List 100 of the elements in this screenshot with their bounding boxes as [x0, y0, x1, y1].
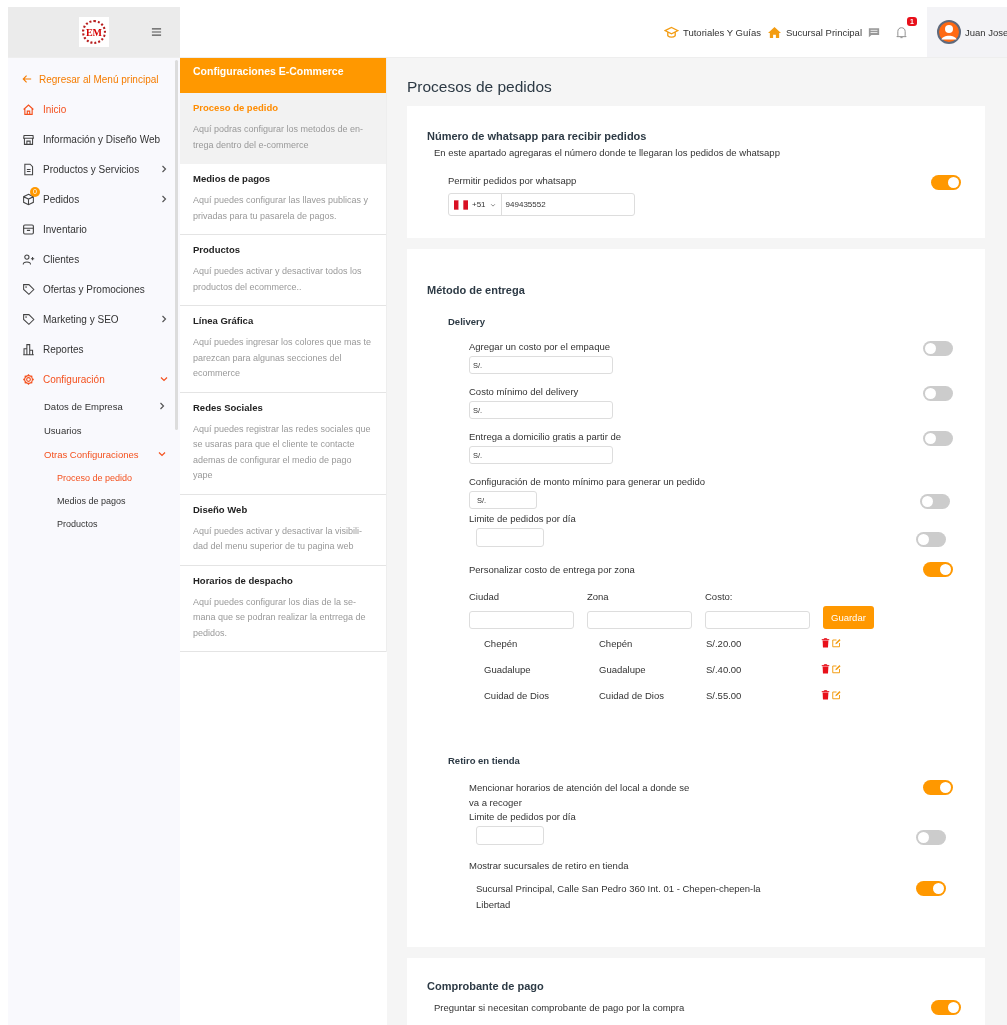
- edit-icon[interactable]: [832, 690, 841, 700]
- toggle-switch[interactable]: [916, 881, 946, 896]
- tag-icon: [22, 282, 35, 296]
- section-title: Número de whatsapp para recibir pedidos: [427, 130, 648, 142]
- input-field[interactable]: [705, 611, 810, 629]
- input-field[interactable]: [587, 611, 692, 629]
- option-label: Mostrar sucursales de retiro en tienda: [468, 860, 630, 871]
- input-field[interactable]: [469, 611, 574, 629]
- input-field[interactable]: [476, 826, 544, 845]
- input-field[interactable]: [476, 528, 544, 547]
- branch-address: Sucursal Principal, Calle San Pedro 360 Int. 01 - Chepen-chepen-la Libertad: [476, 882, 762, 912]
- toggle-switch[interactable]: [916, 830, 946, 845]
- phone-field[interactable]: +51 949435552: [448, 193, 635, 216]
- trash-icon[interactable]: [821, 664, 830, 674]
- chat-icon[interactable]: [868, 26, 880, 38]
- toggle-switch[interactable]: [920, 494, 950, 509]
- config-description: Aquí puedes registrar las redes sociales que se usaras para que el cliente te contacte ademas de configurar el medio de pago yape: [193, 422, 372, 482]
- nav-label: Productos y Servicios: [43, 163, 141, 175]
- group-title: Delivery: [448, 316, 486, 327]
- config-title: Horarios de despacho: [193, 574, 294, 586]
- nav-label: Pedidos: [43, 193, 81, 205]
- nav-label: Configuración: [43, 373, 106, 385]
- user-plus-icon: [22, 252, 35, 266]
- submenu-item[interactable]: Datos de Empresa: [8, 394, 180, 418]
- config-description: Aquí puedes configurar los dias de la se-mana que se podran realizar la entrrega de pedidos.: [193, 595, 367, 640]
- submenu-item[interactable]: Usuarios: [8, 418, 180, 442]
- archive-icon: [22, 222, 35, 236]
- submenu-item[interactable]: Productos: [8, 512, 180, 535]
- nav-item[interactable]: Información y Diseño Web: [8, 124, 180, 154]
- column-label: Costo:: [705, 591, 734, 602]
- table-cell-text: Cuidad de Dios: [484, 689, 550, 701]
- toggle-switch[interactable]: [923, 780, 953, 795]
- option-label: Configuración de monto mínimo para generar un pedido: [469, 476, 706, 487]
- option-label: Mencionar horarios de atención del local a donde se va a recoger: [469, 781, 691, 810]
- edit-icon[interactable]: [832, 664, 841, 674]
- option-label: Limite de pedidos por día: [469, 811, 576, 822]
- config-item[interactable]: Diseño Web Aquí puedes activar y desactivar la visibili-dad del menu superior de tu pagina web: [180, 494, 386, 566]
- nav-label: Datos de Empresa: [44, 400, 124, 412]
- toggle-switch[interactable]: [923, 341, 953, 356]
- table-cell-text: S/.20.00: [706, 637, 743, 649]
- bell-icon[interactable]: [896, 25, 907, 39]
- trash-icon[interactable]: [821, 690, 830, 700]
- home-icon: [22, 102, 35, 116]
- edit-icon[interactable]: [832, 638, 841, 648]
- flag-icon: [454, 199, 468, 210]
- toggle-switch[interactable]: [923, 386, 953, 401]
- nav-item[interactable]: Inventario: [8, 214, 180, 244]
- config-description: Aquí puedes activar y desactivar la visibili-dad del menu superior de tu pagina web: [193, 524, 364, 553]
- toggle-switch[interactable]: [923, 431, 953, 446]
- scrollbar[interactable]: [175, 60, 178, 430]
- table-cell-text: S/.55.00: [706, 689, 743, 701]
- toggle-switch[interactable]: [916, 532, 946, 547]
- nav-item[interactable]: Clientes: [8, 244, 180, 274]
- config-item[interactable]: Medios de pagos Aquí puedes configurar las llaves publicas y privadas para tu pasarela de pagos.: [180, 164, 386, 235]
- chevron-right-icon: [160, 195, 168, 203]
- group-title: Retiro en tienda: [448, 755, 521, 766]
- config-item[interactable]: Productos Aquí puedes activar y desactivar todos los productos del ecommerce..: [180, 235, 386, 306]
- trash-icon[interactable]: [821, 638, 830, 648]
- table-cell-text: Cuidad de Dios: [599, 689, 665, 701]
- config-description: Aquí puedes configurar las llaves publicas y privadas para tu pasarela de pagos.: [193, 194, 370, 223]
- nav-item[interactable]: Marketing y SEO: [8, 304, 180, 334]
- option-label: Agregar un costo por el empaque: [469, 341, 611, 352]
- nav-label: Usuarios: [44, 424, 83, 436]
- country-select[interactable]: +51: [449, 194, 502, 215]
- settings-icon: [22, 372, 35, 386]
- config-title: Productos: [193, 244, 241, 255]
- toggle-switch[interactable]: [923, 562, 953, 577]
- nav-item[interactable]: Ofertas y Promociones: [8, 274, 180, 304]
- user-menu[interactable]: Juan Jose: [927, 7, 1007, 57]
- chevron-down-icon: [160, 375, 168, 383]
- nav-item[interactable]: Reportes: [8, 334, 180, 364]
- submenu-item[interactable]: Medios de pagos: [8, 489, 180, 512]
- config-item[interactable]: Horarios de despacho Aquí puedes configurar los dias de la se-mana que se podran realizar la entrrega de pedidos.: [180, 565, 386, 652]
- config-item[interactable]: Línea Gráfica Aquí puedes ingresar los colores que mas te parezcan para algunas secciones del ecommerce: [180, 306, 386, 393]
- caret-icon: [489, 201, 496, 208]
- option-label: Permitir pedidos por whatsapp: [448, 175, 578, 186]
- section-description: En este apartado agregaras el número donde te llegaran los pedidos de whatsapp: [434, 147, 781, 158]
- menu-icon[interactable]: [151, 27, 162, 37]
- bar-chart-icon: [22, 342, 35, 356]
- option-label: Costo mínimo del delivery: [469, 386, 580, 397]
- box-icon: [22, 192, 35, 206]
- config-description: Aquí puedes ingresar los colores que mas te parezcan para algunas secciones del ecommerce: [193, 336, 373, 380]
- panel-header: Configuraciones E-Commerce: [180, 58, 386, 93]
- table-cell-text: Chepén: [599, 637, 634, 649]
- nav-label: Ofertas y Promociones: [43, 283, 146, 295]
- table-cell-text: S/.40.00: [706, 663, 743, 675]
- top-link[interactable]: Sucursal Principal: [766, 25, 862, 39]
- toggle-switch[interactable]: [931, 1000, 961, 1015]
- config-title: Línea Gráfica: [193, 315, 255, 326]
- toggle-switch[interactable]: [931, 175, 961, 190]
- page-title: Procesos de pedidos: [407, 78, 553, 96]
- option-label: Limite de pedidos por día: [469, 513, 576, 524]
- config-item[interactable]: Redes Sociales Aquí puedes registrar las redes sociales que se usaras para que el cliente te contacte ademas de configurar el medio de pago yape: [180, 392, 386, 495]
- top-link[interactable]: Tutoriales Y Guías: [663, 25, 761, 39]
- config-description: Aquí puedes activar y desactivar todos los productos del ecommerce..: [193, 265, 363, 294]
- home-icon: [766, 25, 782, 39]
- section-title: Método de entrega: [427, 284, 526, 296]
- arrow-left-icon: [22, 74, 32, 84]
- avatar-icon: [937, 20, 961, 44]
- nav-item[interactable]: Productos y Servicios: [8, 154, 180, 184]
